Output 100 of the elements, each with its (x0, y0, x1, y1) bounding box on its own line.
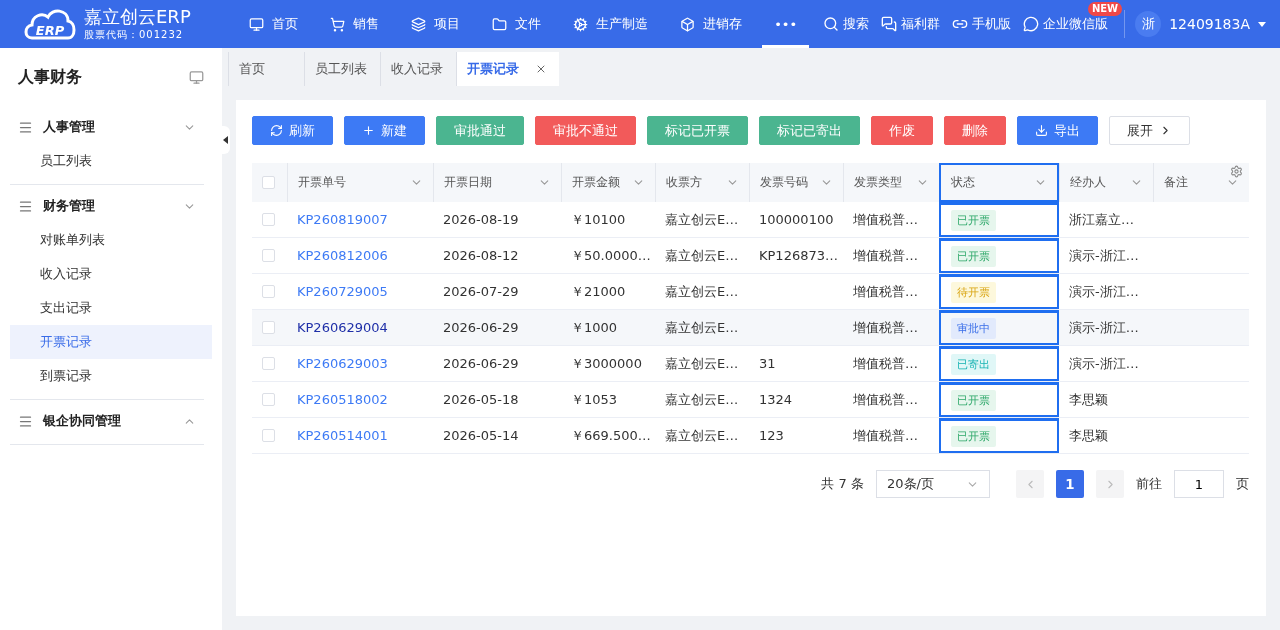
caret-icon (1258, 21, 1266, 27)
menu-group[interactable]: 银企协同管理 (10, 404, 204, 438)
nav-item[interactable]: 项目 (399, 0, 473, 48)
table-cell: 演示-浙江… (1069, 246, 1139, 265)
table-cell: 增值税普… (853, 246, 918, 265)
nav-item[interactable]: 销售 (318, 0, 392, 48)
column-header[interactable]: 状态 (939, 163, 1059, 202)
order-link[interactable]: KP260514001 (297, 428, 388, 443)
goto-label: 前往 (1136, 475, 1162, 493)
toolbar-button[interactable]: 导出 (1017, 116, 1098, 145)
prev-page-button[interactable] (1016, 470, 1044, 498)
status-tag: 已寄出 (951, 353, 996, 375)
menu-icon (18, 198, 33, 214)
menu-item[interactable]: 对账单列表 (10, 223, 212, 257)
table-cell: 增值税普… (853, 210, 918, 229)
table-cell: 嘉立创云E… (665, 354, 739, 373)
folder-icon (492, 16, 508, 32)
checkbox[interactable] (262, 393, 275, 406)
page-input[interactable]: 1 (1174, 470, 1224, 498)
nav-item[interactable]: 首页 (237, 0, 311, 48)
nav-item[interactable]: 文件 (480, 0, 554, 48)
page-number[interactable]: 1 (1056, 470, 1084, 498)
table-cell: 嘉立创云E… (665, 426, 739, 445)
table-row[interactable]: KP260629004 2026-06-29 ￥1000 嘉立创云E… 增值税普… 审批中 演示-浙江… (252, 310, 1249, 346)
stock-code: 股票代码：001232 (84, 28, 185, 42)
menu-item[interactable]: 支出记录 (10, 291, 212, 325)
table-cell: 增值税普… (853, 318, 918, 337)
table-cell: ￥21000 (571, 282, 626, 301)
checkbox[interactable] (262, 213, 275, 226)
table-cell: ￥669.500… (571, 426, 651, 445)
toolbar-button[interactable]: 新建 (344, 116, 425, 145)
page-tab[interactable]: 开票记录 (456, 52, 559, 86)
sidebar-title: 人事财务 (18, 66, 82, 88)
plus-icon (362, 124, 375, 137)
table-cell: 31 (759, 356, 776, 371)
header-link[interactable]: 搜索 (817, 15, 876, 33)
user-menu[interactable]: 12409183A (1169, 16, 1280, 32)
order-link[interactable]: KP260819007 (297, 212, 388, 227)
table-cell: 浙江嘉立… (1069, 210, 1134, 229)
gear-icon (573, 16, 589, 32)
order-link[interactable]: KP260812006 (297, 248, 388, 263)
page-suffix: 页 (1236, 475, 1249, 493)
checkbox[interactable] (262, 321, 275, 334)
table-cell: 演示-浙江… (1069, 318, 1139, 337)
next-page-button[interactable] (1096, 470, 1124, 498)
table-cell: 嘉立创云E… (665, 282, 739, 301)
collapse-handle[interactable] (220, 126, 230, 154)
table-cell: 李思颖 (1069, 426, 1108, 445)
table-cell: 增值税普… (853, 354, 918, 373)
chat-bubble-icon (1023, 16, 1040, 32)
table-cell: 李思颖 (1069, 390, 1108, 409)
user-avatar[interactable]: 浙 (1135, 11, 1162, 37)
table-cell: 2026-08-19 (443, 212, 519, 227)
order-link[interactable]: KP260518002 (297, 392, 388, 407)
order-link[interactable]: KP260629003 (297, 356, 388, 371)
checkbox[interactable] (262, 249, 275, 262)
order-link[interactable]: KP260729005 (297, 284, 388, 299)
menu-item[interactable]: 开票记录 (10, 325, 212, 359)
header-link[interactable]: 企业微信版 (1017, 15, 1115, 33)
table-cell: 2026-08-12 (443, 248, 519, 263)
table-cell: 123 (759, 428, 784, 443)
checkbox[interactable] (262, 429, 275, 442)
table-row[interactable]: KP260518002 2026-05-18 ￥1053 嘉立创云E… 1324 增值税普… 已开票 李思颖 (252, 382, 1249, 418)
page-tab[interactable]: 员工列表 (304, 52, 380, 86)
page-tab[interactable]: 首页 (228, 52, 304, 86)
table-cell: 增值税普… (853, 390, 918, 409)
table-cell: ￥10100 (571, 210, 626, 229)
nav-item[interactable]: 进销存 (668, 0, 755, 48)
nav-item[interactable]: 生产制造 (561, 0, 661, 48)
chat-icon (881, 16, 898, 32)
status-tag: 已开票 (951, 389, 996, 411)
toolbar-button[interactable]: 刷新 (252, 116, 333, 145)
order-link[interactable]: KP260629004 (297, 320, 388, 335)
table-row[interactable]: KP260819007 2026-08-19 ￥10100 嘉立创云E… 100000100 增值税普… 已开票 浙江嘉立… (252, 202, 1249, 238)
new-badge: NEW (1087, 2, 1123, 16)
toolbar-button[interactable]: 展开 (1109, 116, 1190, 145)
menu-group[interactable]: 人事管理 (10, 110, 204, 144)
menu-group[interactable]: 财务管理 (10, 189, 204, 223)
table-cell: ￥50.0000… (571, 246, 651, 265)
menu-item[interactable]: 员工列表 (10, 144, 212, 178)
menu-item[interactable]: 到票记录 (10, 359, 212, 393)
table-cell: 演示-浙江… (1069, 282, 1139, 301)
header-link[interactable]: 手机版 (946, 15, 1018, 33)
refresh-icon (270, 124, 283, 137)
table-cell: 嘉立创云E… (665, 318, 739, 337)
menu-item[interactable]: 收入记录 (10, 257, 212, 291)
table-row[interactable]: KP260629003 2026-06-29 ￥3000000 嘉立创云E… 31 增值税普… 已寄出 演示-浙江… (252, 346, 1249, 382)
checkbox[interactable] (262, 285, 275, 298)
table-row[interactable]: KP260514001 2026-05-14 ￥669.500… 嘉立创云E… 123 增值税普… 已开票 李思颖 (252, 418, 1249, 454)
checkbox[interactable] (262, 357, 275, 370)
header-link[interactable]: 福利群 (875, 15, 947, 33)
table-row[interactable]: KP260812006 2026-08-12 ￥50.0000… 嘉立创云E… KP126873… 增值税普… 已开票 演示-浙江… (252, 238, 1249, 274)
table-row[interactable]: KP260729005 2026-07-29 ￥21000 嘉立创云E… 增值税普… 待开票 演示-浙江… (252, 274, 1249, 310)
table-cell: 100000100 (759, 212, 834, 227)
checkbox[interactable] (262, 176, 275, 189)
page-size-select[interactable]: 20条/页 (876, 470, 990, 498)
brand-name: 嘉立创云ERP (84, 6, 191, 28)
table-cell: 2026-05-18 (443, 392, 519, 407)
table-cell: 嘉立创云E… (665, 210, 739, 229)
cube-icon (680, 16, 696, 32)
